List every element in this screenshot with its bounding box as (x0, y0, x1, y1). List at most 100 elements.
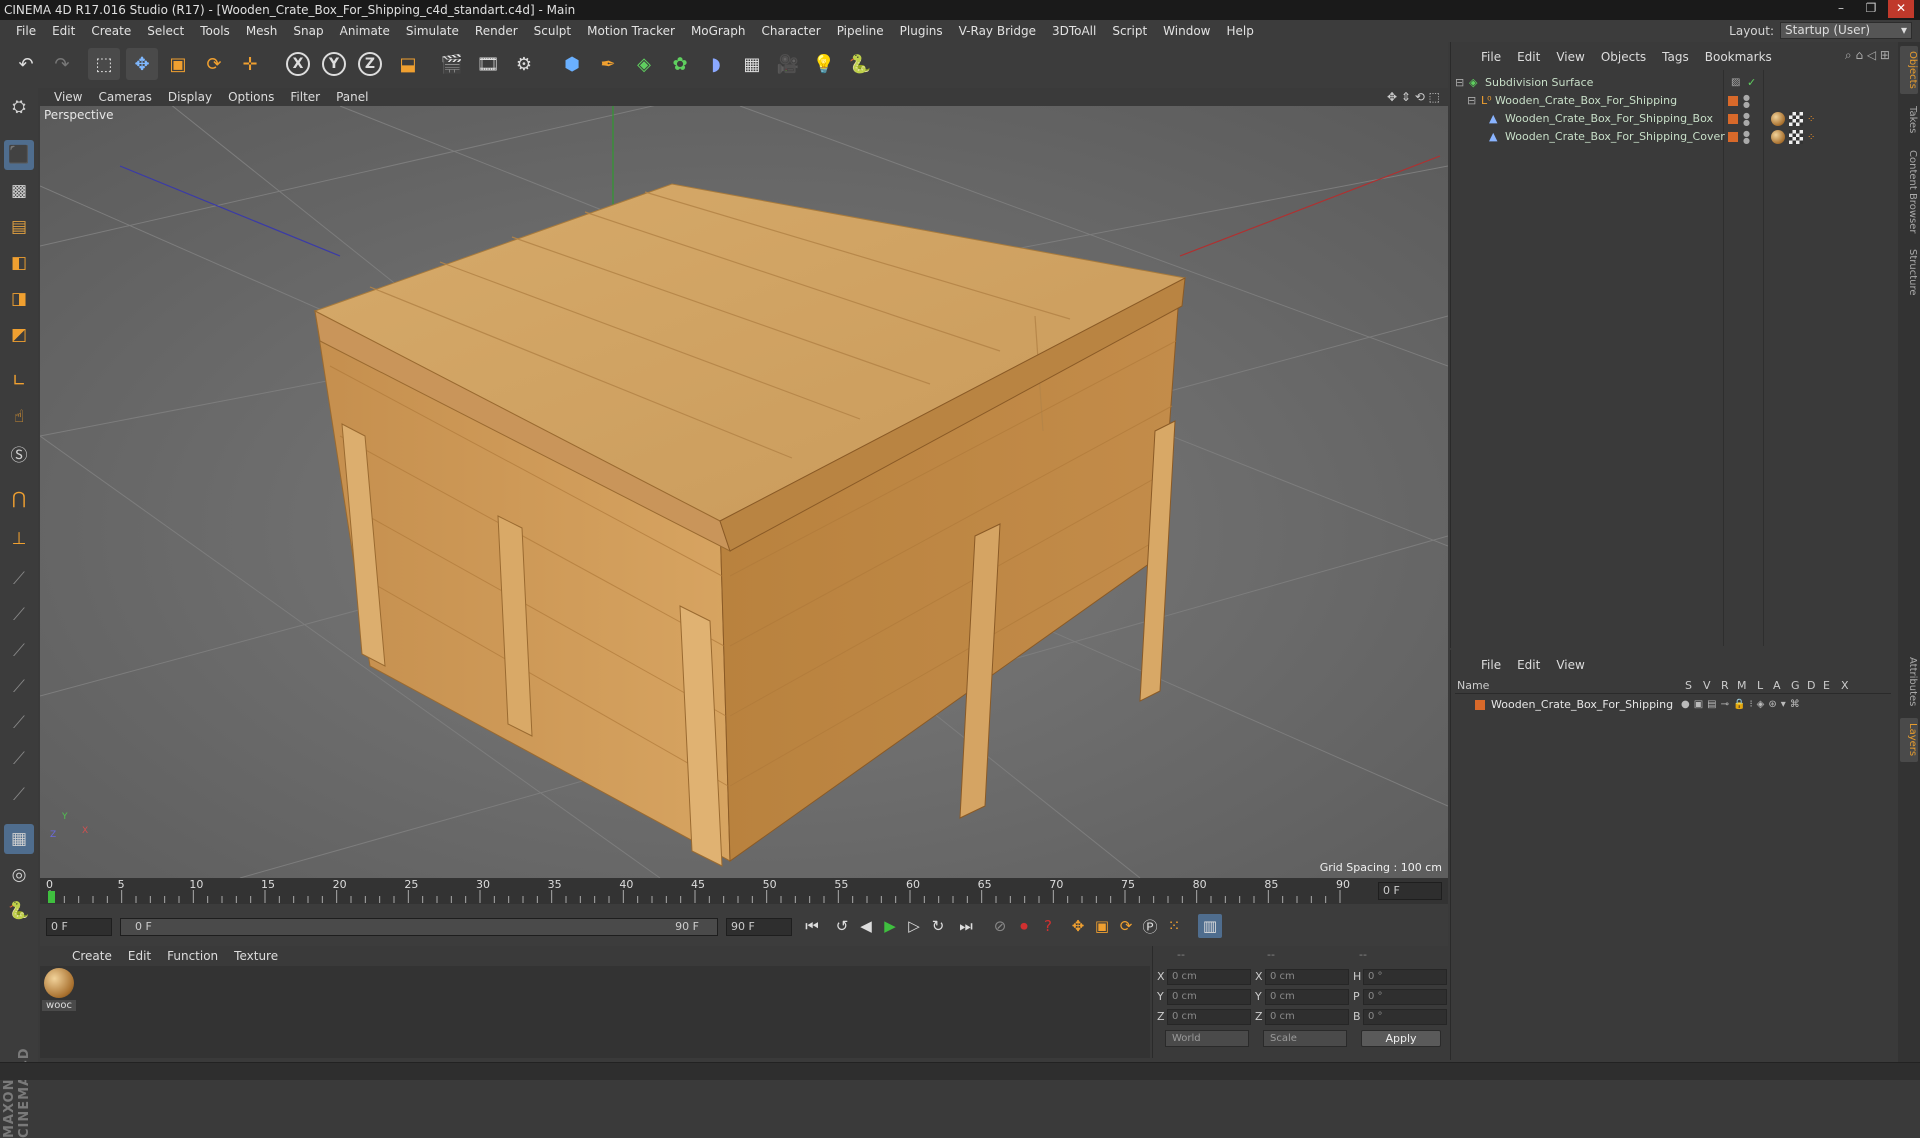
snap-enable-icon[interactable]: Ⓢ (4, 438, 34, 468)
go-to-end-icon[interactable]: ⏭ (954, 914, 978, 938)
menu-simulate[interactable]: Simulate (398, 24, 467, 38)
polygons-mode-icon[interactable]: ◩ (4, 320, 34, 350)
sculpt-tool-3-icon[interactable]: ⟋ (4, 636, 34, 666)
texture-mode-icon[interactable]: ▩ (4, 176, 34, 206)
rotation-h-field[interactable]: 0 ° (1363, 969, 1447, 985)
close-icon[interactable]: ✕ (1888, 0, 1914, 18)
axis-mode-icon[interactable]: ∟ (4, 366, 34, 396)
layer-menu-view[interactable]: View (1548, 658, 1592, 672)
material-tag-icon[interactable] (1771, 112, 1785, 126)
render-settings-icon[interactable]: ⚙ (508, 48, 540, 80)
cube-primitive-icon[interactable]: ⬢ (556, 48, 588, 80)
object-menu-objects[interactable]: Objects (1593, 50, 1654, 64)
menu-window[interactable]: Window (1155, 24, 1218, 38)
floor-scene-icon[interactable]: ▦ (736, 48, 768, 80)
tab-content-browser[interactable]: Content Browser (1900, 146, 1918, 238)
menu-character[interactable]: Character (753, 24, 828, 38)
texture-tag-icon[interactable] (1789, 130, 1803, 144)
workplane-axis-icon[interactable]: ⊥ (4, 524, 34, 554)
checker-lock-icon[interactable]: ▦ (4, 824, 34, 854)
mograph-cloner-icon[interactable]: ✿ (664, 48, 696, 80)
material-tag-icon[interactable] (1771, 130, 1785, 144)
undo-icon[interactable]: ↶ (10, 48, 42, 80)
size-y-field[interactable]: 0 cm (1265, 989, 1349, 1005)
camera-icon[interactable]: 🎥 (772, 48, 804, 80)
menu-mograph[interactable]: MoGraph (683, 24, 754, 38)
object-menu-edit[interactable]: Edit (1509, 50, 1548, 64)
render-region-icon[interactable]: ◎ (4, 860, 34, 890)
sculpt-tool-4-icon[interactable]: ⟋ (4, 672, 34, 702)
object-menu-file[interactable]: File (1473, 50, 1509, 64)
object-row-crate-null[interactable]: ⊟ L⁰ Wooden_Crate_Box_For_Shipping ● ● (1455, 92, 1895, 110)
sculpt-tool-5-icon[interactable]: ⟋ (4, 708, 34, 738)
3d-viewport[interactable]: Perspective X Y Z Grid Spacing : 100 cm (40, 106, 1448, 878)
layer-color-swatch[interactable] (1728, 114, 1738, 124)
texture-tag-icon[interactable] (1789, 112, 1803, 126)
position-y-field[interactable]: 0 cm (1167, 989, 1251, 1005)
tab-attributes[interactable]: Attributes (1900, 652, 1918, 712)
object-menu-view[interactable]: View (1548, 50, 1592, 64)
python-icon[interactable]: 🐍 (844, 48, 876, 80)
layer-menu-edit[interactable]: Edit (1509, 658, 1548, 672)
viewport-menu-cameras[interactable]: Cameras (90, 90, 159, 104)
position-z-field[interactable]: 0 cm (1167, 1009, 1251, 1025)
edges-mode-icon[interactable]: ◨ (4, 284, 34, 314)
start-frame-field[interactable]: 0 F (46, 918, 112, 936)
model-mode-icon[interactable]: ⬛ (4, 140, 34, 170)
transform-tool-icon[interactable]: ✛ (234, 48, 266, 80)
points-mode-icon[interactable]: ◧ (4, 248, 34, 278)
key-rotation-icon[interactable]: ⟳ (1114, 914, 1138, 938)
move-tool-icon[interactable]: ✥ (126, 48, 158, 80)
viewport-menu-options[interactable]: Options (220, 90, 282, 104)
menu-tools[interactable]: Tools (192, 24, 238, 38)
rotate-tool-icon[interactable]: ⟳ (198, 48, 230, 80)
visibility-dots-icon[interactable]: ● ● (1743, 94, 1750, 109)
viewport-menu-filter[interactable]: Filter (282, 90, 328, 104)
sculpt-tool-2-icon[interactable]: ⟋ (4, 600, 34, 630)
deformer-icon[interactable]: ◗ (700, 48, 732, 80)
tab-objects[interactable]: Objects (1900, 46, 1918, 94)
menu-3dtoall[interactable]: 3DToAll (1044, 24, 1104, 38)
menu-select[interactable]: Select (139, 24, 192, 38)
render-picture-viewer-icon[interactable]: 🎞 (472, 48, 504, 80)
editor-visibility-icon[interactable]: ▨ (1731, 74, 1740, 92)
layer-color-swatch[interactable] (1728, 132, 1738, 142)
menu-pipeline[interactable]: Pipeline (829, 24, 892, 38)
object-row-crate-cover[interactable]: ▲ Wooden_Crate_Box_For_Shipping_Cover ● ●… (1455, 128, 1895, 146)
frame-range-slider[interactable]: 0 F 90 F (120, 918, 718, 936)
key-parameter-icon[interactable]: Ⓟ (1138, 914, 1162, 938)
python-script-icon[interactable]: 🐍 (4, 896, 34, 926)
position-x-field[interactable]: 0 cm (1167, 969, 1251, 985)
maximize-icon[interactable]: ❐ (1858, 0, 1884, 18)
object-menu-tags[interactable]: Tags (1654, 50, 1697, 64)
menu-help[interactable]: Help (1218, 24, 1261, 38)
uvw-tag-icon[interactable]: ⁘ (1807, 111, 1815, 129)
tab-takes[interactable]: Takes (1900, 100, 1918, 140)
key-scale-icon[interactable]: ▣ (1090, 914, 1114, 938)
coordinate-system-icon[interactable]: ⬓ (392, 48, 424, 80)
collapse-icon[interactable]: ⊟ (1467, 92, 1476, 110)
workplane-icon[interactable]: ▤ (4, 212, 34, 242)
object-row-subdivision-surface[interactable]: ⊟ ◈ Subdivision Surface ▨ ✓ (1455, 74, 1895, 92)
layout-dropdown[interactable]: Startup (User) (1780, 22, 1912, 39)
apply-button[interactable]: Apply (1361, 1030, 1441, 1047)
menu-script[interactable]: Script (1104, 24, 1155, 38)
go-to-start-icon[interactable]: ⏮ (800, 914, 824, 938)
tab-structure[interactable]: Structure (1900, 244, 1918, 300)
tab-layers[interactable]: Layers (1900, 718, 1918, 762)
material-item[interactable]: wooc (40, 966, 80, 1016)
key-position-icon[interactable]: ✥ (1066, 914, 1090, 938)
material-menu-function[interactable]: Function (159, 949, 226, 963)
make-editable-icon[interactable]: ⛭ (4, 92, 34, 122)
lock-z-axis-button[interactable]: Z (354, 48, 386, 80)
lock-y-axis-button[interactable]: Y (318, 48, 350, 80)
coordinate-mode-dropdown[interactable]: World (1165, 1030, 1249, 1047)
play-forward-icon[interactable]: ▶ (878, 914, 902, 938)
object-manager-search-icon[interactable]: ⌕ ⌂ ◁ ⊞ (1845, 48, 1890, 63)
viewport-menu-display[interactable]: Display (160, 90, 220, 104)
layer-color-swatch[interactable] (1475, 700, 1485, 710)
menu-mesh[interactable]: Mesh (238, 24, 286, 38)
record-active-objects-icon[interactable]: ⏺ (1012, 914, 1036, 938)
previous-frame-icon[interactable]: ◀ (854, 914, 878, 938)
autokeying-icon[interactable]: ? (1036, 914, 1060, 938)
